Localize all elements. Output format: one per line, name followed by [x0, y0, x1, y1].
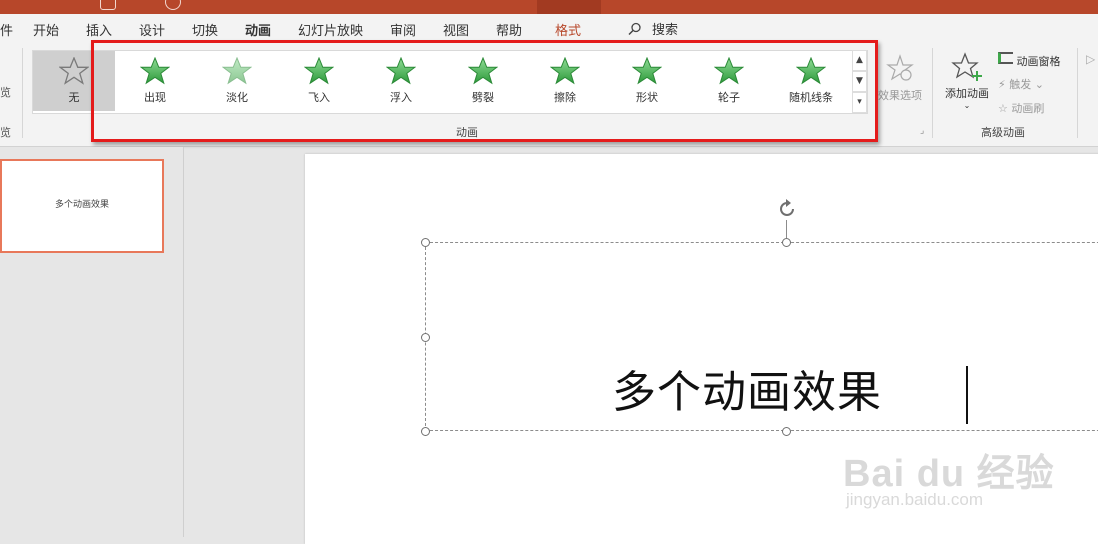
animation-fly-in[interactable]: 飞入	[279, 51, 359, 111]
animation-pane-label: 动画窗格	[1016, 55, 1061, 68]
contextual-tab-header	[537, 0, 601, 14]
tab-help[interactable]: 帮助	[496, 20, 522, 39]
shape-star-icon	[632, 57, 662, 85]
animation-label: 形状	[636, 91, 658, 104]
redo-icon[interactable]	[165, 0, 181, 10]
add-animation-button[interactable]: 添加动画 ⌄	[940, 50, 994, 120]
divider	[1077, 48, 1078, 138]
tab-view[interactable]: 视图	[443, 20, 469, 39]
appear-star-icon	[140, 57, 170, 85]
random-bars-star-icon	[796, 57, 826, 85]
tab-design[interactable]: 设计	[139, 20, 165, 39]
slide-thumbnail-pane: 多个动画效果	[0, 147, 184, 537]
fade-star-icon	[222, 57, 252, 85]
rotate-handle-icon[interactable]	[776, 198, 798, 220]
star-brush-icon: ☆	[998, 102, 1008, 115]
gear-star-icon	[886, 54, 914, 81]
animation-label: 淡化	[226, 91, 248, 104]
chevron-down-icon: ⌄	[963, 101, 971, 110]
animation-painter-button[interactable]: ☆ 动画刷	[998, 100, 1044, 116]
wheel-star-icon	[714, 57, 744, 85]
animation-random-bars[interactable]: 随机线条	[771, 51, 851, 111]
watermark-logo: Bai du 经验	[843, 453, 1055, 495]
divider	[932, 48, 933, 138]
baidu-watermark: Bai du 经验 jingyan.baidu.com	[843, 442, 1055, 509]
animation-wheel[interactable]: 轮子	[689, 51, 769, 111]
dialog-launcher-icon[interactable]: ⌟	[920, 126, 924, 136]
resize-handle[interactable]	[782, 238, 791, 247]
preview-label[interactable]: 览	[0, 84, 11, 100]
text-cursor	[966, 366, 968, 424]
animation-shape[interactable]: 形状	[607, 51, 687, 111]
animation-label: 劈裂	[472, 91, 494, 104]
animation-label: 随机线条	[789, 91, 833, 104]
resize-handle[interactable]	[421, 333, 430, 342]
tab-home[interactable]: 开始	[33, 20, 59, 39]
animation-label: 擦除	[554, 91, 576, 104]
ribbon-tab-bar: 件 开始 插入 设计 切换 动画 幻灯片放映 审阅 视图 帮助 格式 搜索	[0, 14, 1098, 42]
tab-animations[interactable]: 动画	[245, 20, 271, 39]
animation-none[interactable]: 无	[33, 51, 115, 111]
fly-in-star-icon	[304, 57, 334, 85]
save-icon[interactable]	[100, 0, 116, 10]
float-in-star-icon	[386, 57, 416, 85]
gallery-scroll: ▲ ▼ ▾	[852, 50, 867, 113]
resize-handle[interactable]	[421, 238, 430, 247]
trigger-label: 触发	[1009, 78, 1032, 91]
animation-gallery: 无 出现 淡化 飞入 浮入 劈裂 擦除 形状 轮子 随机线条	[32, 50, 868, 114]
animation-label: 出现	[144, 91, 166, 104]
gallery-more-button[interactable]: ▾	[852, 92, 867, 113]
animation-float-in[interactable]: 浮入	[361, 51, 441, 111]
scroll-up-button[interactable]: ▲	[852, 50, 867, 71]
animation-label: 浮入	[390, 91, 412, 104]
animation-pane-button[interactable]: 动画窗格	[998, 52, 1061, 69]
animation-pane-icon	[998, 52, 1013, 64]
tab-review[interactable]: 审阅	[390, 20, 416, 39]
effect-options-label: 效果选项	[878, 89, 922, 102]
resize-handle[interactable]	[421, 427, 430, 436]
tab-insert[interactable]: 插入	[86, 20, 112, 39]
star-outline-icon	[59, 57, 89, 85]
animation-painter-label: 动画刷	[1011, 102, 1045, 115]
animation-none-label: 无	[68, 91, 80, 104]
watermark-url: jingyan.baidu.com	[846, 490, 984, 509]
animation-split[interactable]: 劈裂	[443, 51, 523, 111]
thumbnail-text: 多个动画效果	[54, 200, 109, 210]
scroll-down-button[interactable]: ▼	[852, 71, 867, 92]
search-icon	[628, 22, 641, 36]
divider	[22, 48, 23, 138]
animation-fade[interactable]: 淡化	[197, 51, 277, 111]
effect-options-button[interactable]: 效果选项	[872, 50, 928, 120]
animation-label: 飞入	[308, 91, 330, 104]
tab-transitions[interactable]: 切换	[192, 20, 218, 39]
resize-handle[interactable]	[782, 427, 791, 436]
preview-group-label: 览	[0, 126, 11, 139]
search-box[interactable]: 搜索	[628, 19, 678, 38]
tab-format[interactable]: 格式	[555, 20, 581, 39]
split-star-icon	[468, 57, 498, 85]
play-icon[interactable]: ▷	[1086, 52, 1095, 66]
title-bar	[0, 0, 1098, 14]
animation-group-label: 动画	[456, 126, 478, 139]
search-label: 搜索	[652, 23, 679, 38]
trigger-button[interactable]: ⚡ 触发 ⌄	[998, 76, 1044, 92]
advanced-animation-group-label: 高级动画	[981, 126, 1025, 139]
add-animation-label: 添加动画	[945, 87, 989, 100]
ribbon: 览 览 无 出现 淡化 飞入 浮入 劈裂 擦除 形状 轮子 随机线条 ▲ ▼ ▾ 动画 效果选项…	[0, 42, 1098, 147]
tab-slideshow[interactable]: 幻灯片放映	[298, 20, 363, 39]
animation-appear[interactable]: 出现	[115, 51, 195, 111]
rotate-stem	[786, 220, 787, 238]
slide-title-text[interactable]: 多个动画效果	[612, 356, 882, 420]
animation-wipe[interactable]: 擦除	[525, 51, 605, 111]
lightning-icon: ⚡	[998, 78, 1006, 91]
add-star-icon	[951, 52, 982, 81]
animation-label: 轮子	[718, 91, 740, 104]
wipe-star-icon	[550, 57, 580, 85]
slide-thumbnail[interactable]: 多个动画效果	[0, 159, 164, 253]
tab-file[interactable]: 件	[0, 20, 13, 39]
